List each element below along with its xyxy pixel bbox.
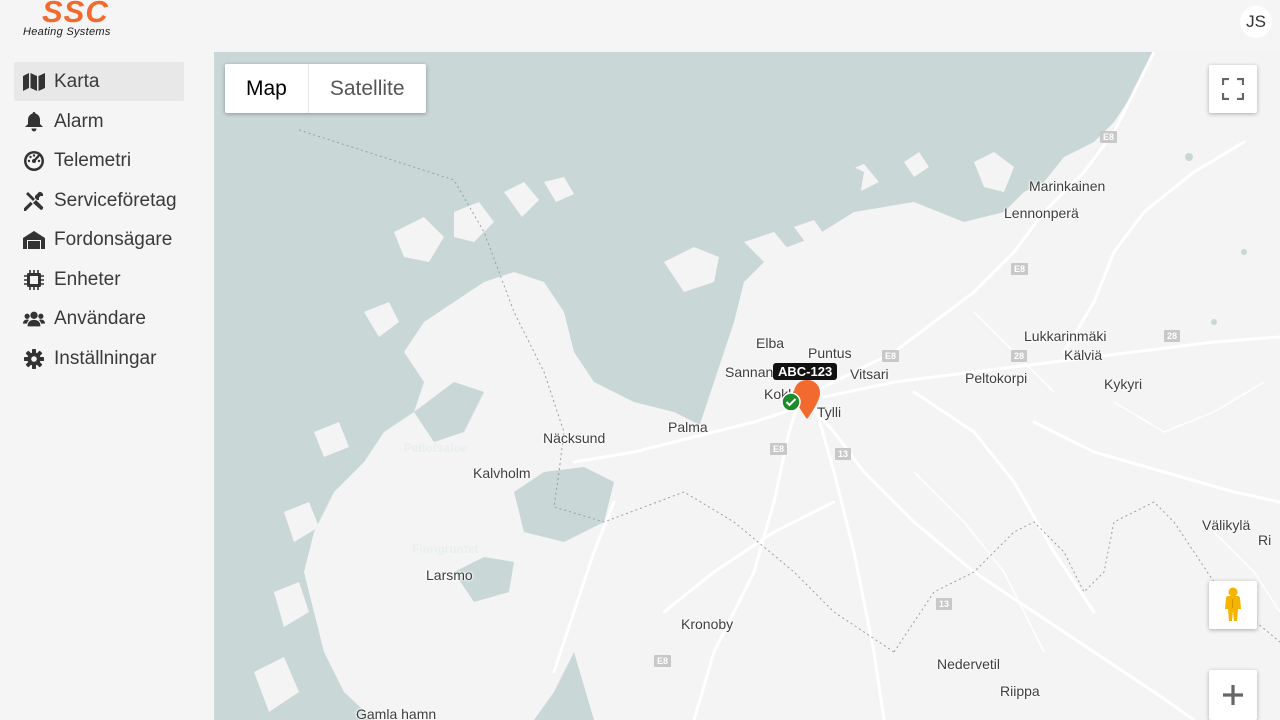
sidebar-item-karta[interactable]: Karta [14,62,184,101]
sidebar-item-label: Alarm [54,110,104,132]
sidebar-item-telemetri[interactable]: Telemetri [14,141,184,180]
place-label: Nedervetil [937,656,1001,672]
sidebar-item-label: Fordonsägare [54,228,173,250]
place-label: Vitsari [850,366,889,382]
sidebar-item-alarm[interactable]: Alarm [14,102,184,141]
sidebar-item-label: Enheter [54,268,121,290]
top-bar: SSC Heating Systems JS [0,0,1280,42]
pegman-icon [1225,587,1241,621]
road-shield: 13 [835,448,852,460]
cog-icon [23,348,45,370]
sidebar-item-label: Inställningar [54,347,157,369]
fullscreen-icon [1222,78,1244,100]
sidebar-item-label: Användare [54,307,146,329]
place-label: Peltokorpi [965,370,1028,386]
map-type-satellite-button[interactable]: Satellite [309,64,426,113]
chip-icon [23,269,45,291]
place-label: Kälviä [1064,347,1103,363]
sidebar-item-label: Telemetri [54,149,132,171]
place-label: Ri [1258,532,1272,548]
road-shield: E8 [770,443,788,455]
sidebar-item-label: Serviceföretag [54,189,177,211]
road-shield: 13 [936,598,953,610]
sidebar-item-enheter[interactable]: Enheter [14,260,184,299]
road-shield: 28 [1011,350,1028,362]
place-label: Puntus [808,345,852,361]
brand-tagline: Heating Systems [23,26,111,38]
place-label: Välikylä [1202,517,1251,533]
road-shield: E8 [1100,131,1118,143]
map-canvas[interactable]: Marinkainen Lennonperä Lukkarinmäki Kälv… [214,52,1280,720]
status-check-icon [781,392,801,412]
place-label: Kalvholm [473,465,531,481]
plus-icon [1223,685,1243,705]
place-label: Pellotsaloe [404,441,468,455]
place-label: Gamla hamn [356,706,437,720]
place-label: Larsmo [426,567,473,583]
sidebar-item-serviceforetag[interactable]: Serviceföretag [14,181,184,220]
place-label: Palma [668,419,708,435]
zoom-in-button[interactable] [1209,670,1257,720]
road-shield: E8 [654,655,672,667]
vehicle-label[interactable]: ABC-123 [773,363,838,380]
place-label: Lukkarinmäki [1024,328,1107,344]
place-label: Sannan [725,364,774,380]
place-label: Marinkainen [1029,178,1106,194]
road-shield: E8 [882,350,900,362]
gauge-icon [23,150,45,172]
place-label: Kykyri [1104,376,1143,392]
tools-icon [23,190,45,212]
place-label: Kronoby [681,616,734,632]
place-label: Lennonperä [1004,205,1079,221]
place-label: Elba [756,335,785,351]
map-icon [23,71,45,93]
place-label: Näcksund [543,430,606,446]
road-shield: E8 [1011,263,1029,275]
sidebar-nav: Karta Alarm Telemetri Serviceföretag For… [0,42,200,720]
sidebar-item-fordonsagare[interactable]: Fordonsägare [14,220,184,259]
place-label: Finngruntet [412,542,479,556]
user-avatar[interactable]: JS [1240,6,1272,38]
sidebar-item-installningar[interactable]: Inställningar [14,339,184,378]
road-shield: 28 [1164,330,1181,342]
brand-logo[interactable]: SSC Heating Systems [20,0,150,42]
warehouse-icon [23,229,45,251]
street-view-button[interactable] [1209,581,1257,629]
fullscreen-button[interactable] [1209,65,1257,113]
users-icon [23,308,45,330]
sidebar-item-anvandare[interactable]: Användare [14,299,184,338]
map-type-map-button[interactable]: Map [225,64,308,113]
place-label: Riippa [1000,683,1040,699]
map-type-control: Map Satellite [225,64,426,113]
bell-icon [23,111,45,133]
sidebar-item-label: Karta [54,70,100,92]
